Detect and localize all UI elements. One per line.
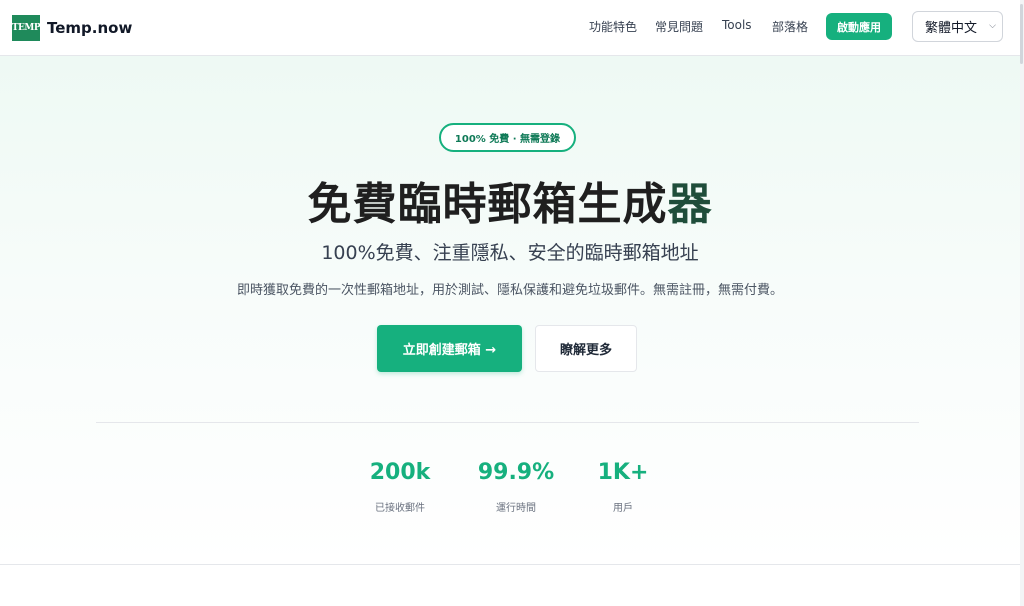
nav-link-tools[interactable]: Tools xyxy=(722,18,752,32)
main-nav: 功能特色 常見問題 Tools 部落格 啟動應用 繁體中文 ⌵ xyxy=(0,0,1020,56)
stat-label: 用戶 xyxy=(613,503,633,514)
nav-link-features[interactable]: 功能特色 xyxy=(589,18,637,35)
stat-value: 99.9% xyxy=(477,460,555,485)
page-title: 免費臨時郵箱生成器 xyxy=(0,168,1020,232)
nav-link-blog[interactable]: 部落格 xyxy=(772,18,808,35)
language-select-value: 繁體中文 xyxy=(925,21,978,36)
page-scrollbar-track[interactable] xyxy=(1020,0,1024,606)
language-select[interactable]: 繁體中文 ⌵ xyxy=(912,11,1003,42)
hero-subtitle: 100%免費、注重隱私、安全的臨時郵箱地址 xyxy=(321,242,699,264)
page-title-main: 免費臨時郵箱生成 xyxy=(307,179,668,230)
stat-emails-received: 200k 已接收郵件 xyxy=(360,460,440,514)
page-title-accent: 器 xyxy=(667,179,713,230)
section-divider xyxy=(96,422,919,423)
section-bottom-border xyxy=(0,564,1020,565)
stat-value: 200k xyxy=(369,460,431,485)
free-badge: 100% 免費 · 無需登錄 xyxy=(439,123,576,152)
create-mailbox-button[interactable]: 立即創建郵箱 → xyxy=(377,325,522,372)
nav-link-faq[interactable]: 常見問題 xyxy=(655,18,703,35)
stat-label: 運行時間 xyxy=(496,503,536,514)
launch-app-button[interactable]: 啟動應用 xyxy=(826,13,892,40)
hero-description: 即時獲取免費的一次性郵箱地址，用於測試、隱私保護和避免垃圾郵件。無需註冊，無需付… xyxy=(236,283,783,298)
stat-uptime: 99.9% 運行時間 xyxy=(474,460,558,514)
chevron-down-icon: ⌵ xyxy=(989,21,996,31)
page-scrollbar-thumb[interactable] xyxy=(1020,4,1023,64)
stat-label: 已接收郵件 xyxy=(375,503,425,514)
stat-users: 1K+ 用戶 xyxy=(592,460,654,514)
learn-more-button[interactable]: 瞭解更多 xyxy=(535,325,637,372)
stat-value: 1K+ xyxy=(597,460,649,485)
